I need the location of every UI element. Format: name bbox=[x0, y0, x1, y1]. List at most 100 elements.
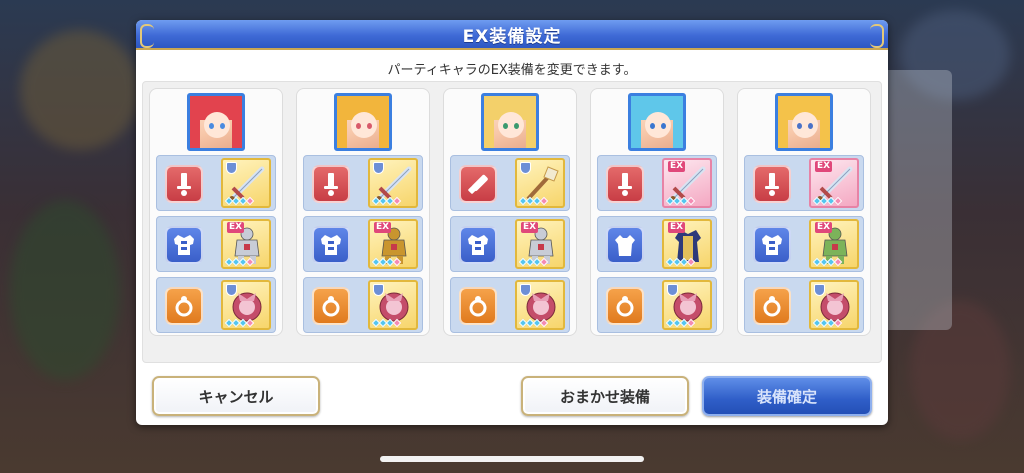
rarity-gems bbox=[665, 318, 696, 328]
equipment-item[interactable] bbox=[368, 280, 418, 330]
character-card: EX bbox=[443, 88, 577, 336]
auto-equip-button[interactable]: おまかせ装備 bbox=[521, 376, 689, 416]
shield-icon bbox=[814, 284, 825, 296]
gem-icon bbox=[245, 318, 255, 328]
equipment-slot-row[interactable] bbox=[450, 277, 570, 333]
portrait-side-hair bbox=[820, 116, 830, 148]
background-menu bbox=[150, 428, 890, 448]
character-card: EX bbox=[296, 88, 430, 336]
ex-badge: EX bbox=[668, 161, 686, 172]
equipment-slot-row[interactable]: EX bbox=[597, 155, 717, 211]
shield-icon bbox=[373, 162, 384, 174]
rarity-gems bbox=[224, 318, 255, 328]
rarity-gems bbox=[371, 318, 402, 328]
armor-type-icon bbox=[753, 226, 791, 264]
rarity-gems bbox=[518, 257, 549, 267]
gem-icon bbox=[833, 318, 843, 328]
equipment-slot-row[interactable] bbox=[450, 155, 570, 211]
portrait-face bbox=[792, 112, 818, 138]
shield-icon bbox=[520, 284, 531, 296]
equipment-slot-row[interactable] bbox=[303, 277, 423, 333]
equipment-item[interactable]: EX bbox=[221, 219, 271, 269]
character-portrait[interactable] bbox=[481, 93, 539, 151]
equipment-item[interactable]: EX bbox=[368, 219, 418, 269]
ring-icon bbox=[312, 287, 350, 325]
gem-icon bbox=[392, 257, 402, 267]
rarity-gems bbox=[812, 196, 843, 206]
equipment-slot-row[interactable] bbox=[303, 155, 423, 211]
rarity-gems bbox=[812, 257, 843, 267]
equipment-slot-row[interactable]: EX bbox=[597, 216, 717, 272]
equipment-item[interactable]: EX bbox=[662, 158, 712, 208]
portrait-eye bbox=[220, 123, 225, 129]
character-portrait[interactable] bbox=[334, 93, 392, 151]
equipment-item[interactable] bbox=[221, 158, 271, 208]
equipment-slot-row[interactable] bbox=[156, 277, 276, 333]
portrait-side-hair bbox=[232, 116, 242, 148]
fist-weapon-icon bbox=[459, 165, 497, 203]
equipment-item[interactable] bbox=[368, 158, 418, 208]
equipment-slot-row[interactable]: EX bbox=[744, 155, 864, 211]
rarity-gems bbox=[518, 196, 549, 206]
gem-icon bbox=[686, 257, 696, 267]
character-portrait[interactable] bbox=[187, 93, 245, 151]
gem-icon bbox=[833, 196, 843, 206]
shield-icon bbox=[667, 284, 678, 296]
ring-icon bbox=[606, 287, 644, 325]
equipment-item[interactable]: EX bbox=[662, 219, 712, 269]
equipment-slot-row[interactable]: EX bbox=[156, 216, 276, 272]
portrait-side-hair bbox=[379, 116, 389, 148]
equipment-item[interactable]: EX bbox=[515, 219, 565, 269]
character-portrait[interactable] bbox=[628, 93, 686, 151]
portrait-eye bbox=[661, 123, 666, 129]
equipment-item[interactable] bbox=[809, 280, 859, 330]
portrait-side-hair bbox=[673, 116, 683, 148]
ring-icon bbox=[459, 287, 497, 325]
robe-type-icon bbox=[606, 226, 644, 264]
gem-icon bbox=[245, 257, 255, 267]
portrait-face bbox=[204, 112, 230, 138]
confirm-equip-button[interactable]: 装備確定 bbox=[702, 376, 872, 416]
character-portrait[interactable] bbox=[775, 93, 833, 151]
party-equipment-area: EX EX EX EX EX EX EX bbox=[142, 81, 882, 363]
equipment-item[interactable] bbox=[515, 158, 565, 208]
equipment-item[interactable] bbox=[515, 280, 565, 330]
character-card: EX bbox=[149, 88, 283, 336]
ex-badge: EX bbox=[521, 222, 539, 233]
armor-type-icon bbox=[165, 226, 203, 264]
gem-icon bbox=[539, 318, 549, 328]
dialog-title: EX装備設定 bbox=[462, 26, 562, 47]
dialog-title-bar: EX装備設定 bbox=[136, 20, 888, 50]
ex-badge: EX bbox=[374, 222, 392, 233]
weapon-icon bbox=[312, 165, 350, 203]
portrait-eye bbox=[356, 123, 361, 129]
rarity-gems bbox=[518, 318, 549, 328]
home-indicator[interactable] bbox=[380, 456, 644, 462]
equipment-item[interactable] bbox=[662, 280, 712, 330]
equipment-slot-row[interactable]: EX bbox=[744, 216, 864, 272]
portrait-face bbox=[645, 112, 671, 138]
equipment-slot-row[interactable] bbox=[597, 277, 717, 333]
weapon-icon bbox=[606, 165, 644, 203]
gem-icon bbox=[686, 196, 696, 206]
shield-icon bbox=[226, 284, 237, 296]
armor-type-icon bbox=[459, 226, 497, 264]
equipment-item[interactable]: EX bbox=[809, 158, 859, 208]
portrait-side-hair bbox=[526, 116, 536, 148]
equipment-item[interactable] bbox=[221, 280, 271, 330]
equipment-slot-row[interactable]: EX bbox=[303, 216, 423, 272]
portrait-side-hair bbox=[190, 116, 200, 148]
cancel-button[interactable]: キャンセル bbox=[152, 376, 320, 416]
ring-icon bbox=[753, 287, 791, 325]
equipment-slot-row[interactable] bbox=[744, 277, 864, 333]
portrait-eye bbox=[503, 123, 508, 129]
character-card: EX EX bbox=[737, 88, 871, 336]
ex-badge: EX bbox=[815, 161, 833, 172]
ex-equipment-dialog: EX装備設定 パーティキャラのEX装備を変更できます。 EX EX EX EX EX EX… bbox=[136, 20, 888, 425]
equipment-slot-row[interactable] bbox=[156, 155, 276, 211]
equipment-slot-row[interactable]: EX bbox=[450, 216, 570, 272]
equipment-item[interactable]: EX bbox=[809, 219, 859, 269]
gem-icon bbox=[539, 196, 549, 206]
shield-icon bbox=[226, 162, 237, 174]
portrait-side-hair bbox=[337, 116, 347, 148]
